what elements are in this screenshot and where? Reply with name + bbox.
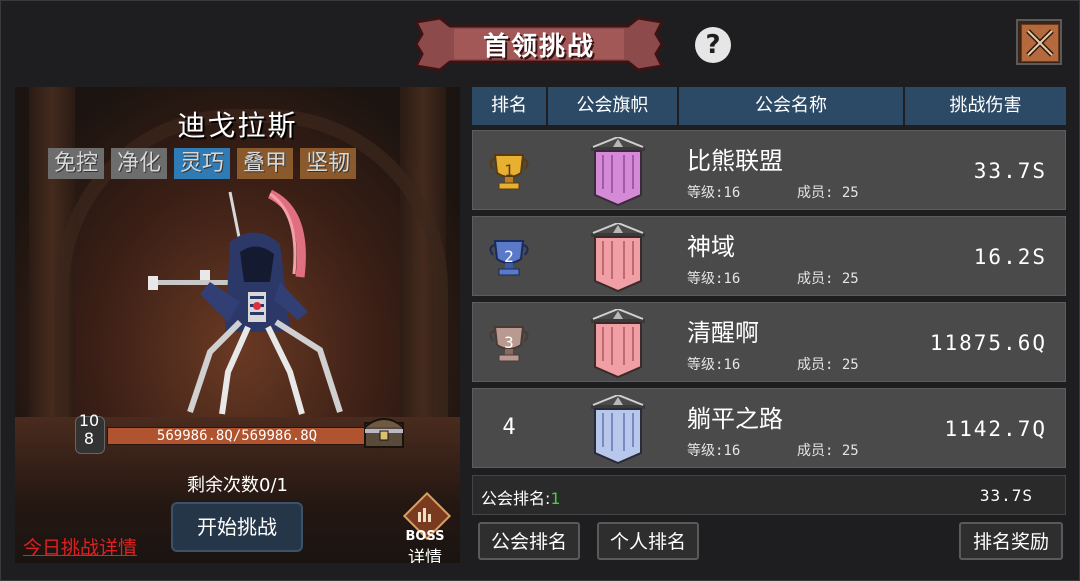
boss-tag: 灵巧 [174,148,231,179]
ranking-row[interactable]: 4 躺平之路 等级:16 成员: 25 1142.7Q [472,388,1066,468]
title-banner: 首领挑战 [410,16,668,72]
guild-members: 成员: 25 [797,185,859,201]
remaining-attempts: 剩余次数0/1 [187,475,288,496]
my-guild-rank-value: 1 [550,489,561,508]
treasure-chest-icon[interactable] [362,413,406,449]
ranking-row[interactable]: 1 比熊联盟 等级:16 成员: 25 33.7S [472,130,1066,210]
guild-name: 神域 [687,233,735,261]
guild-level: 等级:16 [687,271,741,287]
guild-meta: 等级:16 成员: 25 [687,268,859,288]
boss-tag: 坚韧 [300,148,357,179]
column-header-flag: 公会旗帜 [548,87,679,125]
guild-name: 清醒啊 [687,319,759,347]
boss-tag: 免控 [48,148,105,179]
boss-level-bottom: 8 [83,429,95,448]
boss-panel: 迪戈拉斯 免控 净化 灵巧 叠甲 坚韧 10 8 569986.8Q/56998… [15,87,460,563]
boss-name: 迪戈拉斯 [177,109,298,142]
guild-flag-icon [591,395,645,465]
boss-details-label-top: BOSS [405,529,445,544]
guild-damage: 16.2S [973,245,1047,269]
boss-details-label-bottom: 详情 [408,548,442,563]
column-header-guild-name: 公会名称 [679,87,905,125]
guild-flag-icon [591,309,645,379]
column-header-rank: 排名 [472,87,548,125]
help-button[interactable]: ? [695,27,731,63]
guild-members: 成员: 25 [797,443,859,459]
rank-number: 3 [504,333,514,352]
guild-meta: 等级:16 成员: 25 [687,182,859,202]
my-guild-rank-label: 公会排名: [481,489,551,508]
guild-level: 等级:16 [687,185,741,201]
guild-damage: 11875.6Q [929,331,1047,355]
rank-number: 1 [504,161,514,180]
guild-flag-icon [591,137,645,207]
guild-name: 躺平之路 [687,405,783,433]
guild-flag-icon [591,223,645,293]
ranking-row[interactable]: 3 清醒啊 等级:16 成员: 25 11875.6Q [472,302,1066,382]
bar-chart-icon [418,508,431,522]
boss-tags: 免控 净化 灵巧 叠甲 坚韧 [48,148,357,179]
start-challenge-button[interactable]: 开始挑战 [171,502,303,552]
boss-sprite [148,189,343,415]
rank-number: 4 [502,415,516,440]
guild-members: 成员: 25 [797,357,859,373]
guild-rank-button[interactable]: 公会排名 [478,522,580,560]
today-challenge-details-link[interactable]: 今日挑战详情 [23,533,137,560]
my-guild-damage: 33.7S [979,486,1033,505]
guild-damage: 33.7S [973,159,1047,183]
ranking-row[interactable]: 2 神域 等级:16 成员: 25 16.2S [472,216,1066,296]
boss-tag: 净化 [111,148,168,179]
guild-level: 等级:16 [687,357,741,373]
rank-rewards-button[interactable]: 排名奖励 [959,522,1063,560]
guild-meta: 等级:16 成员: 25 [687,440,859,460]
boss-tag: 叠甲 [237,148,294,179]
ranking-table-header: 排名 公会旗帜 公会名称 挑战伤害 [472,87,1066,125]
rank-number: 2 [504,247,514,266]
boss-level-top: 10 [78,411,100,430]
guild-level: 等级:16 [687,443,741,459]
boss-level-badge: 10 8 [73,412,105,456]
guild-members: 成员: 25 [797,271,859,287]
my-guild-rank-bar: 公会排名:1 33.7S [472,475,1066,515]
guild-damage: 1142.7Q [944,417,1047,441]
guild-name: 比熊联盟 [687,147,783,175]
boss-hp-bar: 569986.8Q/569986.8Q [107,427,367,445]
boss-details-button[interactable]: BOSS 详情 [395,491,455,563]
my-guild-rank: 公会排名:1 [481,485,560,509]
close-icon [1021,24,1059,62]
boss-hp-text: 569986.8Q/569986.8Q [156,428,318,444]
guild-meta: 等级:16 成员: 25 [687,354,859,374]
close-button[interactable] [1016,19,1062,65]
personal-rank-button[interactable]: 个人排名 [597,522,699,560]
page-title: 首领挑战 [482,31,595,62]
column-header-damage: 挑战伤害 [905,87,1066,125]
